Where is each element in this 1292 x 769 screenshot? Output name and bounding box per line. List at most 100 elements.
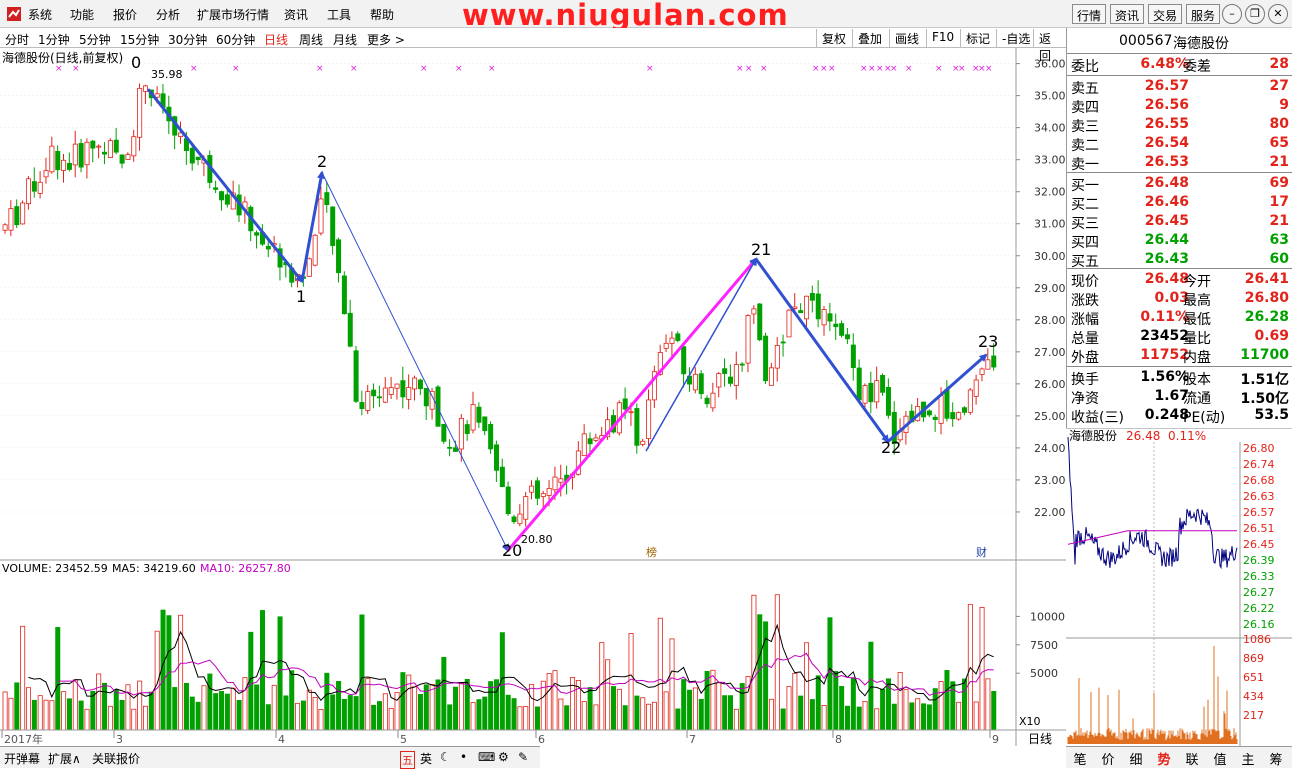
- quote-row[interactable]: 总量 23452 量比 0.69: [1067, 327, 1292, 347]
- moon-icon[interactable]: ☾: [440, 750, 451, 764]
- trade-button[interactable]: 交易: [1148, 4, 1183, 24]
- kline-chart[interactable]: × × × × × × × × × × × × × × × × × × × ×× × × ×× ×× ×榜财 海德股份(日线,前…: [0, 48, 1066, 746]
- minimize-icon[interactable]: –: [1222, 4, 1242, 24]
- expand-button[interactable]: 扩展∧: [48, 750, 81, 767]
- row-value: 26.45: [1144, 213, 1189, 229]
- period-30min[interactable]: 30分钟: [168, 31, 207, 48]
- overlay-button[interactable]: 叠加: [852, 29, 887, 47]
- input-method-icon[interactable]: 五: [400, 751, 415, 769]
- restore-icon[interactable]: ❐: [1245, 4, 1265, 24]
- volume-bar: [154, 630, 160, 731]
- close-icon[interactable]: ✕: [1268, 4, 1288, 24]
- bottom-tab-2[interactable]: 细: [1122, 749, 1150, 768]
- quote-row[interactable]: 买四 26.44 63: [1067, 231, 1292, 251]
- candle-body: [336, 239, 342, 274]
- volume-bar: [534, 706, 540, 731]
- quote-row[interactable]: 卖三 26.55 80: [1067, 115, 1292, 135]
- dot-icon[interactable]: •: [460, 750, 467, 764]
- signal-marker: ×: [420, 64, 428, 74]
- volume-bar: [640, 697, 646, 731]
- menu-news[interactable]: 资讯: [284, 6, 308, 23]
- finance-marker[interactable]: 财: [976, 545, 987, 559]
- period-1min[interactable]: 1分钟: [38, 31, 70, 48]
- quote-row[interactable]: 外盘 11752 内盘 11700: [1067, 346, 1292, 366]
- period-60min[interactable]: 60分钟: [216, 31, 255, 48]
- row-label: 买二: [1071, 197, 1099, 213]
- mini-price-tick: 26.45: [1243, 538, 1275, 551]
- quote-row[interactable]: 买一 26.48 69: [1067, 174, 1292, 194]
- period-15min[interactable]: 15分钟: [120, 31, 159, 48]
- candle-body: [926, 410, 932, 416]
- candle-body: [55, 150, 61, 171]
- bottom-tab-5[interactable]: 值: [1206, 749, 1234, 768]
- english-mode-icon[interactable]: 英: [420, 750, 432, 767]
- menu-function[interactable]: 功能: [70, 6, 94, 23]
- bottom-tab-1[interactable]: 价: [1094, 749, 1122, 768]
- price-tick-label: 36.00: [1034, 58, 1066, 71]
- row-value: 26.44: [1144, 232, 1189, 248]
- quote-row[interactable]: 买五 26.43 60: [1067, 250, 1292, 270]
- volume-bar: [172, 687, 178, 731]
- related-quote-button[interactable]: 关联报价: [92, 750, 140, 767]
- quote-row[interactable]: 买二 26.46 17: [1067, 193, 1292, 213]
- signal-marker: ×: [860, 64, 868, 74]
- bottom-tab-0[interactable]: 笔: [1066, 749, 1094, 768]
- menu-help[interactable]: 帮助: [370, 6, 394, 23]
- ranking-marker[interactable]: 榜: [646, 545, 657, 559]
- quote-row[interactable]: 涨跌 0.03 最高 26.80: [1067, 289, 1292, 309]
- quote-row[interactable]: 卖二 26.54 65: [1067, 134, 1292, 154]
- draw-button[interactable]: 画线: [889, 29, 924, 47]
- keyboard-icon[interactable]: ⌨: [478, 750, 495, 764]
- volume-bar: [43, 699, 49, 731]
- bottom-tab-3[interactable]: 势: [1150, 749, 1178, 768]
- volume-bar: [230, 687, 236, 731]
- period-more[interactable]: 更多 >: [367, 31, 405, 48]
- candle-body: [739, 363, 745, 366]
- adjust-button[interactable]: 复权: [816, 29, 851, 47]
- quote-row[interactable]: 涨幅 0.11% 最低 26.28: [1067, 308, 1292, 328]
- f10-button[interactable]: F10: [926, 29, 959, 47]
- period-monthly[interactable]: 月线: [333, 31, 357, 48]
- candle-body: [833, 323, 839, 328]
- date-tick-label: 4: [278, 733, 285, 746]
- period-weekly[interactable]: 周线: [299, 31, 323, 48]
- quote-row[interactable]: 卖五 26.57 27: [1067, 77, 1292, 97]
- quote-row[interactable]: 卖四 26.56 9: [1067, 96, 1292, 116]
- period-intraday[interactable]: 分时: [5, 31, 29, 48]
- quote-row[interactable]: 卖一 26.53 21: [1067, 153, 1292, 173]
- quote-row[interactable]: 现价 26.48 今开 26.41: [1067, 270, 1292, 290]
- news-button[interactable]: 资讯: [1110, 4, 1145, 24]
- settings-icon[interactable]: ⚙: [498, 750, 509, 764]
- period-5min[interactable]: 5分钟: [79, 31, 111, 48]
- quote-row[interactable]: 净资 1.67 流通 1.50亿: [1067, 387, 1292, 407]
- danmaku-button[interactable]: 开弹幕: [4, 750, 40, 767]
- candle-body: [809, 292, 815, 301]
- menu-quote[interactable]: 报价: [113, 6, 137, 23]
- bottom-tab-7[interactable]: 筹: [1262, 749, 1290, 768]
- row-value: 11752: [1140, 347, 1189, 363]
- app-logo-icon[interactable]: [6, 6, 22, 25]
- signal-marker: ×: [736, 64, 744, 74]
- quote-row[interactable]: 买三 26.45 21: [1067, 212, 1292, 232]
- mark-button[interactable]: 标记: [960, 29, 995, 47]
- watchlist-button[interactable]: -自选: [996, 29, 1035, 47]
- market-button[interactable]: 行情: [1072, 4, 1107, 24]
- candle-body: [885, 387, 891, 416]
- bottom-tab-6[interactable]: 主: [1234, 749, 1262, 768]
- menu-tools[interactable]: 工具: [327, 6, 351, 23]
- bottom-tab-4[interactable]: 联: [1178, 749, 1206, 768]
- volume-bar: [780, 708, 786, 731]
- period-daily[interactable]: 日线: [264, 31, 288, 48]
- quote-row[interactable]: 收益(三) 0.248 PE(动) 53.5: [1067, 406, 1292, 426]
- back-button[interactable]: 返回: [1033, 29, 1066, 63]
- quote-row[interactable]: 换手 1.56% 股本 1.51亿: [1067, 368, 1292, 388]
- mini-volume-tick: 217: [1243, 709, 1264, 722]
- intraday-mini-chart[interactable]: 海德股份 26.48 0.11% 26.8026.7426.6826.6326.…: [1066, 428, 1292, 746]
- wrench-icon[interactable]: ✎: [518, 750, 528, 764]
- volume-bar: [827, 617, 833, 731]
- menu-system[interactable]: 系统: [28, 6, 52, 23]
- service-button[interactable]: 服务: [1186, 4, 1221, 24]
- menu-extended-market[interactable]: 扩展市场行情: [197, 6, 269, 23]
- candle-body: [265, 245, 271, 250]
- menu-analysis[interactable]: 分析: [156, 6, 180, 23]
